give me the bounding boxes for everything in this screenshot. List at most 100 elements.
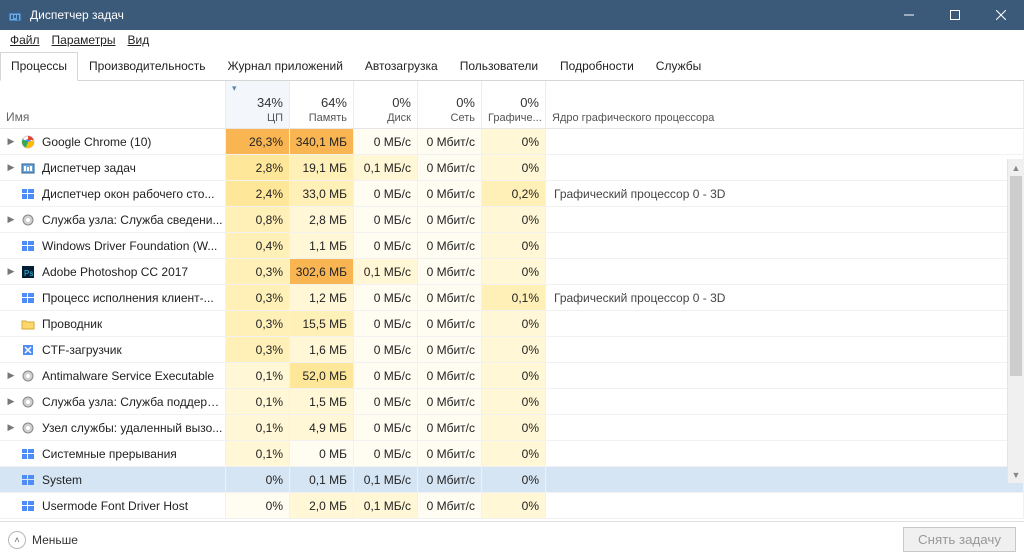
table-header: Имя ▾ 34% ЦП 64% Память 0% Диск 0% Сеть … bbox=[0, 81, 1024, 129]
table-row[interactable]: ▶PsAdobe Photoshop CC 20170,3%302,6 МБ0,… bbox=[0, 259, 1024, 285]
table-row[interactable]: ▶Узел службы: удаленный вызо...0,1%4,9 М… bbox=[0, 415, 1024, 441]
table-row[interactable]: Windows Driver Foundation (W...0,4%1,1 М… bbox=[0, 233, 1024, 259]
vertical-scrollbar[interactable]: ▲ ▼ bbox=[1007, 159, 1024, 483]
col-disk[interactable]: 0% Диск bbox=[354, 81, 418, 128]
gpu-engine-cell bbox=[546, 441, 1024, 466]
table-row[interactable]: ▶Служба узла: Служба сведени...0,8%2,8 М… bbox=[0, 207, 1024, 233]
process-name: Google Chrome (10) bbox=[42, 135, 151, 149]
gpu-cell: 0,1% bbox=[482, 285, 546, 310]
memory-cell: 302,6 МБ bbox=[290, 259, 354, 284]
expand-icon[interactable]: ▶ bbox=[4, 396, 18, 407]
gpu-engine-cell bbox=[546, 233, 1024, 258]
process-name: Диспетчер окон рабочего сто... bbox=[42, 187, 214, 201]
process-icon bbox=[20, 316, 36, 332]
menu-view[interactable]: Вид bbox=[121, 31, 155, 49]
menu-file[interactable]: Файл bbox=[4, 31, 46, 49]
col-gpu-engine[interactable]: Ядро графического процессора bbox=[546, 81, 1024, 128]
disk-cell: 0,1 МБ/с bbox=[354, 467, 418, 492]
expand-icon[interactable]: ▶ bbox=[4, 214, 18, 225]
minimize-button[interactable] bbox=[886, 0, 932, 30]
table-row[interactable]: Диспетчер окон рабочего сто...2,4%33,0 М… bbox=[0, 181, 1024, 207]
network-cell: 0 Мбит/с bbox=[418, 207, 482, 232]
disk-cell: 0 МБ/с bbox=[354, 415, 418, 440]
table-row[interactable]: ▶Google Chrome (10)26,3%340,1 МБ0 МБ/с0 … bbox=[0, 129, 1024, 155]
process-icon bbox=[20, 212, 36, 228]
process-icon bbox=[20, 160, 36, 176]
process-name: Antimalware Service Executable bbox=[42, 369, 214, 383]
tab-performance[interactable]: Производительность bbox=[78, 52, 216, 80]
table-row[interactable]: Проводник0,3%15,5 МБ0 МБ/с0 Мбит/с0% bbox=[0, 311, 1024, 337]
fewer-details-button[interactable]: ˄ Меньше bbox=[8, 531, 78, 549]
process-icon bbox=[20, 342, 36, 358]
scroll-thumb[interactable] bbox=[1010, 176, 1022, 376]
cpu-cell: 0,1% bbox=[226, 441, 290, 466]
gpu-cell: 0% bbox=[482, 363, 546, 388]
gpu-cell: 0% bbox=[482, 233, 546, 258]
tab-startup[interactable]: Автозагрузка bbox=[354, 52, 449, 80]
tab-processes[interactable]: Процессы bbox=[0, 52, 78, 81]
gpu-cell: 0% bbox=[482, 389, 546, 414]
col-gpu[interactable]: 0% Графиче... bbox=[482, 81, 546, 128]
col-cpu[interactable]: ▾ 34% ЦП bbox=[226, 81, 290, 128]
disk-cell: 0 МБ/с bbox=[354, 129, 418, 154]
col-memory[interactable]: 64% Память bbox=[290, 81, 354, 128]
memory-cell: 52,0 МБ bbox=[290, 363, 354, 388]
disk-cell: 0 МБ/с bbox=[354, 441, 418, 466]
table-row[interactable]: ▶Служба узла: Служба поддерж...0,1%1,5 М… bbox=[0, 389, 1024, 415]
cpu-cell: 0,1% bbox=[226, 389, 290, 414]
close-button[interactable] bbox=[978, 0, 1024, 30]
gpu-engine-cell bbox=[546, 415, 1024, 440]
menu-options[interactable]: Параметры bbox=[46, 31, 122, 49]
table-row[interactable]: Процесс исполнения клиент-...0,3%1,2 МБ0… bbox=[0, 285, 1024, 311]
table-row[interactable]: ▶Диспетчер задач2,8%19,1 МБ0,1 МБ/с0 Мби… bbox=[0, 155, 1024, 181]
cpu-cell: 2,8% bbox=[226, 155, 290, 180]
cpu-cell: 0% bbox=[226, 493, 290, 518]
disk-cell: 0 МБ/с bbox=[354, 389, 418, 414]
cpu-cell: 0% bbox=[226, 467, 290, 492]
network-cell: 0 Мбит/с bbox=[418, 467, 482, 492]
process-icon bbox=[20, 420, 36, 436]
process-name: Проводник bbox=[42, 317, 102, 331]
cpu-cell: 0,1% bbox=[226, 363, 290, 388]
gpu-cell: 0% bbox=[482, 207, 546, 232]
expand-icon[interactable]: ▶ bbox=[4, 136, 18, 147]
table-row[interactable]: Системные прерывания0,1%0 МБ0 МБ/с0 Мбит… bbox=[0, 441, 1024, 467]
tab-apphistory[interactable]: Журнал приложений bbox=[217, 52, 354, 80]
network-cell: 0 Мбит/с bbox=[418, 389, 482, 414]
gpu-cell: 0% bbox=[482, 155, 546, 180]
col-network[interactable]: 0% Сеть bbox=[418, 81, 482, 128]
gpu-cell: 0% bbox=[482, 337, 546, 362]
process-icon: Ps bbox=[20, 264, 36, 280]
titlebar[interactable]: Диспетчер задач bbox=[0, 0, 1024, 30]
table-row[interactable]: System0%0,1 МБ0,1 МБ/с0 Мбит/с0% bbox=[0, 467, 1024, 493]
app-icon bbox=[0, 8, 30, 22]
process-icon bbox=[20, 472, 36, 488]
process-name: Windows Driver Foundation (W... bbox=[42, 239, 217, 253]
tab-services[interactable]: Службы bbox=[645, 52, 712, 80]
process-name: Adobe Photoshop CC 2017 bbox=[42, 265, 188, 279]
disk-cell: 0,1 МБ/с bbox=[354, 493, 418, 518]
scroll-up-icon[interactable]: ▲ bbox=[1008, 159, 1024, 176]
col-name[interactable]: Имя bbox=[0, 81, 226, 128]
network-cell: 0 Мбит/с bbox=[418, 415, 482, 440]
table-row[interactable]: ▶ Antimalware Service Executable 0,1%52,0 … bbox=[0, 363, 1024, 389]
expand-icon[interactable]: ▶ bbox=[4, 422, 18, 433]
expand-icon[interactable]: ▶ bbox=[4, 370, 18, 381]
expand-icon[interactable]: ▶ bbox=[4, 266, 18, 277]
tab-users[interactable]: Пользователи bbox=[449, 52, 549, 80]
gpu-engine-cell: Графический процессор 0 - 3D bbox=[546, 285, 1024, 310]
process-name: Процесс исполнения клиент-... bbox=[42, 291, 214, 305]
gpu-cell: 0% bbox=[482, 415, 546, 440]
scroll-down-icon[interactable]: ▼ bbox=[1008, 466, 1024, 483]
memory-cell: 1,5 МБ bbox=[290, 389, 354, 414]
maximize-button[interactable] bbox=[932, 0, 978, 30]
expand-icon[interactable]: ▶ bbox=[4, 162, 18, 173]
gpu-cell: 0% bbox=[482, 441, 546, 466]
network-cell: 0 Мбит/с bbox=[418, 337, 482, 362]
disk-cell: 0 МБ/с bbox=[354, 285, 418, 310]
table-row[interactable]: Usermode Font Driver Host0%2,0 МБ0,1 МБ/… bbox=[0, 493, 1024, 519]
table-row[interactable]: CTF-загрузчик0,3%1,6 МБ0 МБ/с0 Мбит/с0% bbox=[0, 337, 1024, 363]
network-cell: 0 Мбит/с bbox=[418, 285, 482, 310]
end-task-button[interactable]: Снять задачу bbox=[903, 527, 1016, 552]
tab-details[interactable]: Подробности bbox=[549, 52, 645, 80]
